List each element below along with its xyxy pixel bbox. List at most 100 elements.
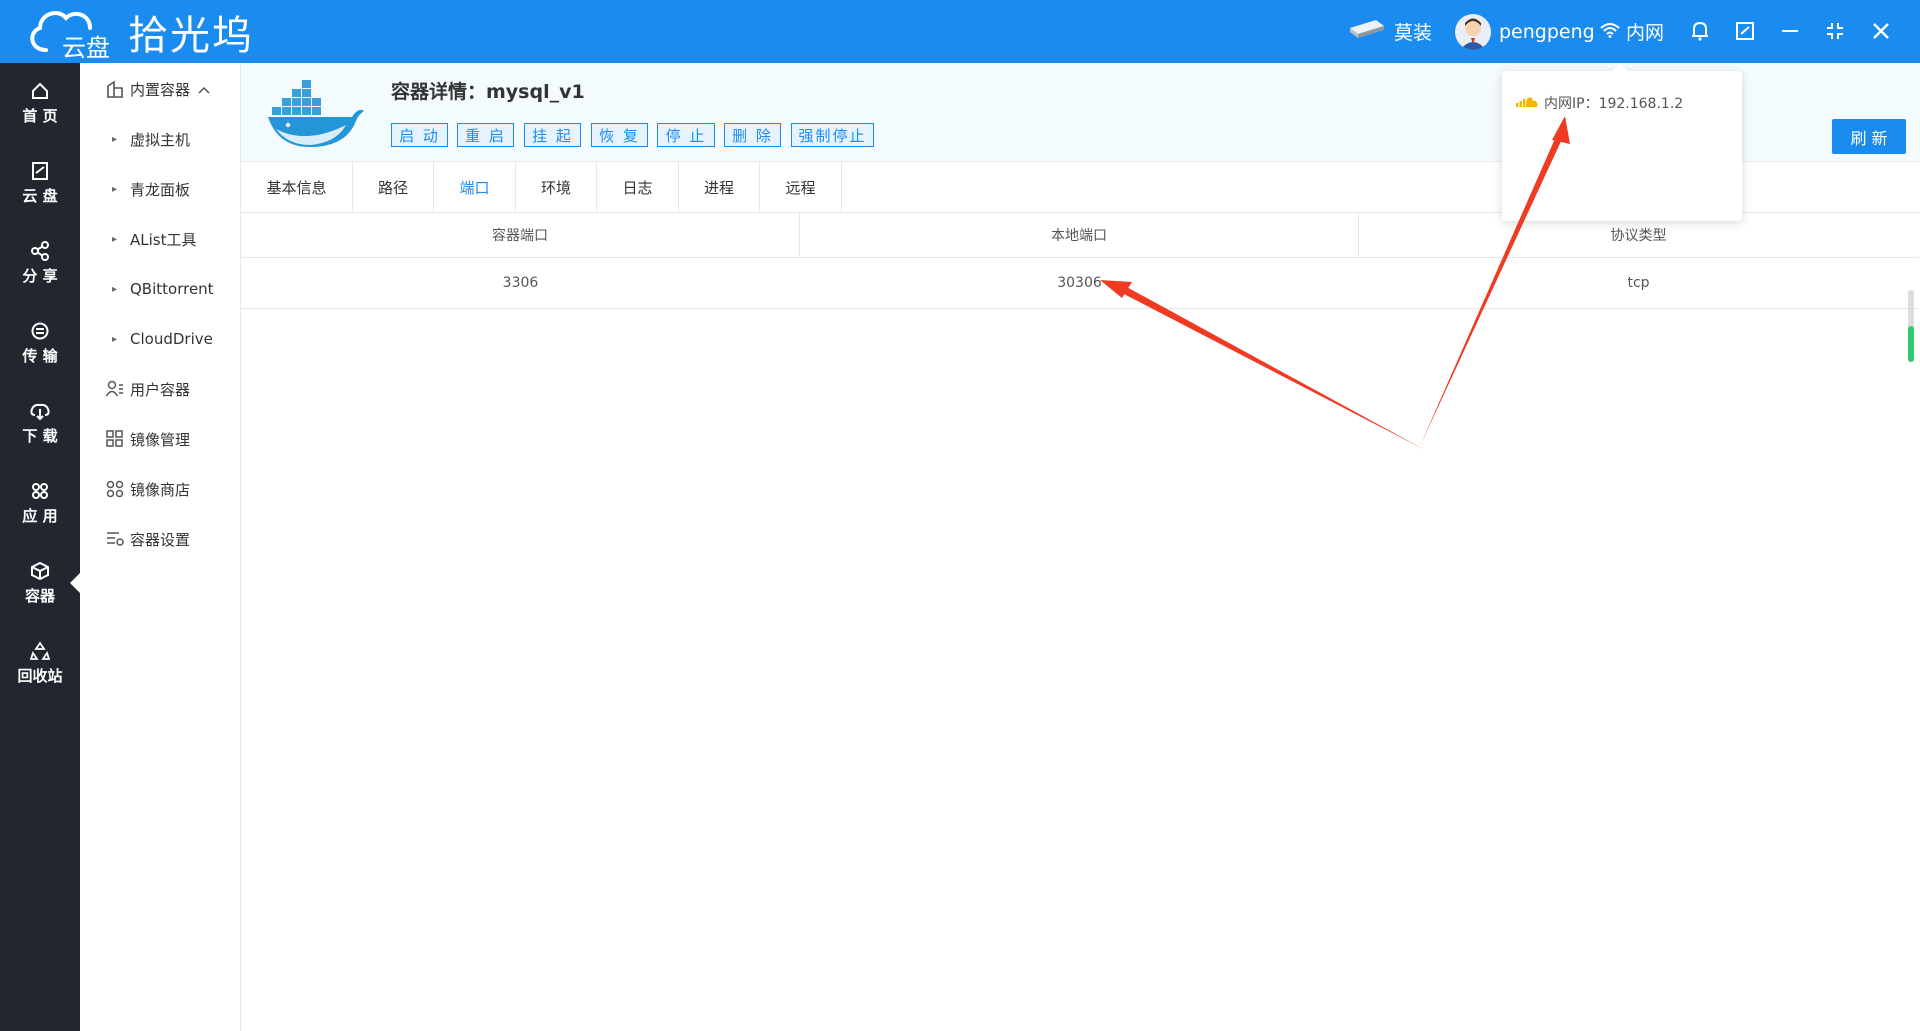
column-header: 容器端口 <box>241 213 800 257</box>
delete-button[interactable]: 删 除 <box>724 123 781 147</box>
column-header: 本地端口 <box>800 213 1359 257</box>
restore-icon[interactable] <box>1820 16 1850 46</box>
app-logo: 云盘 拾光坞 <box>24 6 254 62</box>
nav-label: 首 页 <box>22 107 58 125</box>
image-manage-icon <box>106 429 126 449</box>
nav-label: 应 用 <box>22 507 58 525</box>
subnav-item-label: 容器设置 <box>130 530 191 549</box>
nav-label: 下 载 <box>22 427 58 445</box>
avatar <box>1455 13 1491 50</box>
tab-environment[interactable]: 环境 <box>516 162 597 212</box>
device-indicator[interactable]: 莫装 <box>1346 0 1432 63</box>
subnav-item-label: AList工具 <box>130 230 197 249</box>
docker-whale-icon <box>266 77 366 152</box>
subnav-item-image-manage[interactable]: 镜像管理 <box>80 423 240 455</box>
subnav-item-qbittorrent[interactable]: ▸ QBittorrent <box>80 273 240 305</box>
nav-container[interactable]: 容器 <box>0 543 80 623</box>
tab-ports[interactable]: 端口 <box>434 162 516 212</box>
network-ip-popover: 内网IP：192.168.1.2 <box>1502 63 1742 221</box>
subnav-item-label: 青龙面板 <box>130 180 191 199</box>
subnav-item-label: CloudDrive <box>130 330 213 348</box>
user-container-icon <box>106 379 126 399</box>
tab-logs[interactable]: 日志 <box>597 162 679 212</box>
bullet-icon: ▸ <box>112 283 118 295</box>
home-icon <box>30 81 50 101</box>
bullet-icon: ▸ <box>112 233 118 245</box>
restart-button[interactable]: 重 启 <box>457 123 514 147</box>
notification-bell-icon[interactable] <box>1685 16 1715 46</box>
subnav-group-label: 内置容器 <box>130 80 191 99</box>
recycle-icon <box>29 641 51 661</box>
subnav-item-label: 镜像管理 <box>130 430 191 449</box>
nav-share[interactable]: 分 享 <box>0 223 80 303</box>
container-settings-icon <box>106 529 126 549</box>
refresh-button[interactable]: 刷 新 <box>1832 119 1906 154</box>
user-name: pengpeng <box>1499 20 1595 43</box>
download-icon <box>30 401 50 421</box>
main-sidebar: 首 页 云 盘 分 享 传 输 下 载 应 用 容器 回收站 <box>0 63 80 1031</box>
bullet-icon: ▸ <box>112 133 118 145</box>
network-indicator[interactable]: 内网 <box>1600 0 1664 63</box>
nav-label: 云 盘 <box>22 187 58 205</box>
nav-recycle-bin[interactable]: 回收站 <box>0 623 80 703</box>
bullet-icon: ▸ <box>112 183 118 195</box>
nav-label: 回收站 <box>17 667 63 685</box>
user-menu[interactable]: pengpeng <box>1455 0 1595 63</box>
protocol-cell: tcp <box>1627 275 1650 291</box>
nav-home[interactable]: 首 页 <box>0 63 80 143</box>
chevron-up-icon <box>198 80 210 98</box>
share-icon <box>30 241 50 261</box>
subnav-item-label: 用户容器 <box>130 380 191 399</box>
port-table: 容器端口 本地端口 协议类型 3306 30306 tcp <box>241 213 1919 309</box>
nav-transfer[interactable]: 传 输 <box>0 303 80 383</box>
suspend-button[interactable]: 挂 起 <box>524 123 581 147</box>
lan-ip-text: 内网IP：192.168.1.2 <box>1544 96 1684 112</box>
tab-remote[interactable]: 远程 <box>760 162 842 212</box>
subnav-item-virtual-host[interactable]: ▸ 虚拟主机 <box>80 123 240 155</box>
nav-cloud-disk[interactable]: 云 盘 <box>0 143 80 223</box>
container-icon <box>30 561 50 581</box>
bullet-icon: ▸ <box>112 333 118 345</box>
nav-download[interactable]: 下 载 <box>0 383 80 463</box>
image-store-icon <box>106 479 126 499</box>
resume-button[interactable]: 恢 复 <box>591 123 648 147</box>
top-bar: 云盘 拾光坞 莫装 pengpeng 内网 <box>0 0 1920 63</box>
container-subnav: 内置容器 ▸ 虚拟主机 ▸ 青龙面板 ▸ AList工具 ▸ QBittorre… <box>80 63 241 1031</box>
subnav-item-container-settings[interactable]: 容器设置 <box>80 523 240 555</box>
device-label: 莫装 <box>1394 22 1433 44</box>
subnav-item-qinglong[interactable]: ▸ 青龙面板 <box>80 173 240 205</box>
container-port-cell: 3306 <box>502 275 539 291</box>
subnav-item-user-containers[interactable]: 用户容器 <box>80 373 240 405</box>
tab-basic-info[interactable]: 基本信息 <box>241 162 353 212</box>
subnav-item-label: 镜像商店 <box>130 480 191 499</box>
transfer-icon <box>30 321 50 341</box>
cloud-signal-icon <box>1516 94 1538 112</box>
subnav-item-clouddrive[interactable]: ▸ CloudDrive <box>80 323 240 355</box>
screenshot-icon[interactable] <box>1730 16 1760 46</box>
subnav-item-label: QBittorrent <box>130 280 214 298</box>
tab-processes[interactable]: 进程 <box>679 162 760 212</box>
tab-path[interactable]: 路径 <box>353 162 434 212</box>
apps-icon <box>30 481 50 501</box>
subnav-item-image-store[interactable]: 镜像商店 <box>80 473 240 505</box>
page-title: 容器详情：mysql_v1 <box>391 81 585 103</box>
table-row[interactable]: 3306 30306 tcp <box>241 258 1919 309</box>
building-icon <box>106 79 126 99</box>
logo-subtitle: 云盘 <box>62 34 110 62</box>
hard-drive-icon <box>1346 18 1386 45</box>
minimize-icon[interactable] <box>1775 16 1805 46</box>
wifi-icon <box>1600 21 1620 43</box>
scrollbar-thumb[interactable] <box>1908 326 1914 362</box>
nav-label: 容器 <box>24 587 55 605</box>
close-icon[interactable] <box>1866 16 1896 46</box>
subnav-item-alist[interactable]: ▸ AList工具 <box>80 223 240 255</box>
start-button[interactable]: 启 动 <box>391 123 448 147</box>
cloud-disk-icon <box>30 161 50 181</box>
stop-button[interactable]: 停 止 <box>657 123 715 147</box>
force-stop-button[interactable]: 强制停止 <box>791 123 874 147</box>
subnav-item-label: 虚拟主机 <box>130 130 191 149</box>
nav-label: 分 享 <box>22 267 58 285</box>
lan-ip-line: 内网IP：192.168.1.2 <box>1516 93 1683 113</box>
nav-apps[interactable]: 应 用 <box>0 463 80 543</box>
subnav-group-builtin[interactable]: 内置容器 <box>80 73 240 105</box>
